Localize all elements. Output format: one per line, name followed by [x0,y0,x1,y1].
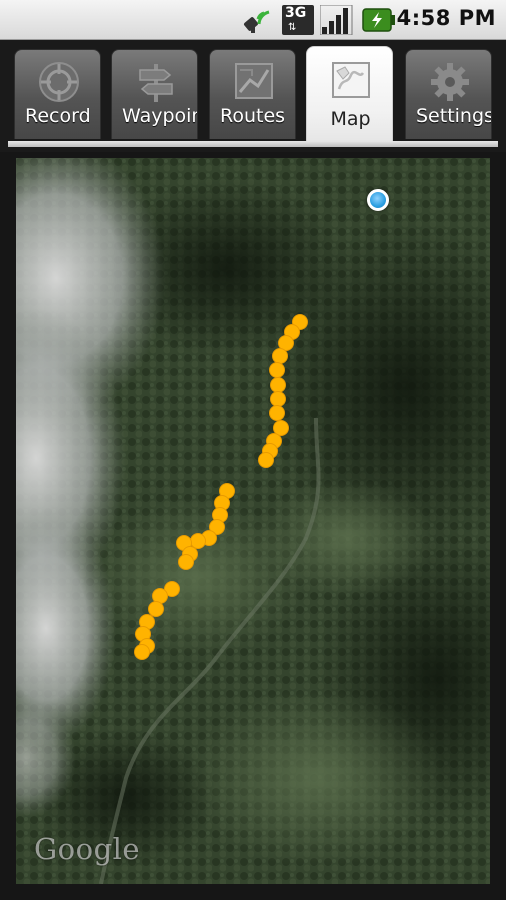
tab-routes-label: Routes [220,105,286,127]
map-icon [332,62,370,98]
gear-icon [431,63,469,101]
battery-charging-icon [362,8,395,32]
tab-waypoints[interactable]: Waypoints [111,49,198,139]
record-compass-icon [39,62,79,102]
current-location-marker [367,189,389,211]
tab-record[interactable]: Record [14,49,101,139]
3g-network-icon: 3G ⇅ [282,5,314,35]
signal-strength-icon [320,5,353,35]
status-time: 4:58 PM [396,6,496,30]
tab-settings-label: Settings [416,105,492,127]
tab-map-label: Map [330,108,371,130]
gps-signal-icon [244,10,270,33]
tab-routes[interactable]: Routes [209,49,296,139]
routes-map-icon [235,63,273,99]
status-bar: 3G ⇅ 4:58 PM [0,0,506,40]
tab-waypoints-label: Waypoints [122,105,197,127]
google-attribution: Google [34,832,141,866]
tab-record-label: Record [25,105,91,127]
satellite-map[interactable]: Google [16,158,490,884]
network-type-label: 3G [285,5,307,21]
tab-strip-divider [8,141,498,147]
waypoint-signpost-icon [139,64,173,102]
tab-map[interactable]: Map [306,46,393,142]
satellite-imagery [16,158,490,884]
tab-settings[interactable]: Settings [405,49,492,139]
tab-bar: Record Waypoints Routes Map [0,40,506,152]
